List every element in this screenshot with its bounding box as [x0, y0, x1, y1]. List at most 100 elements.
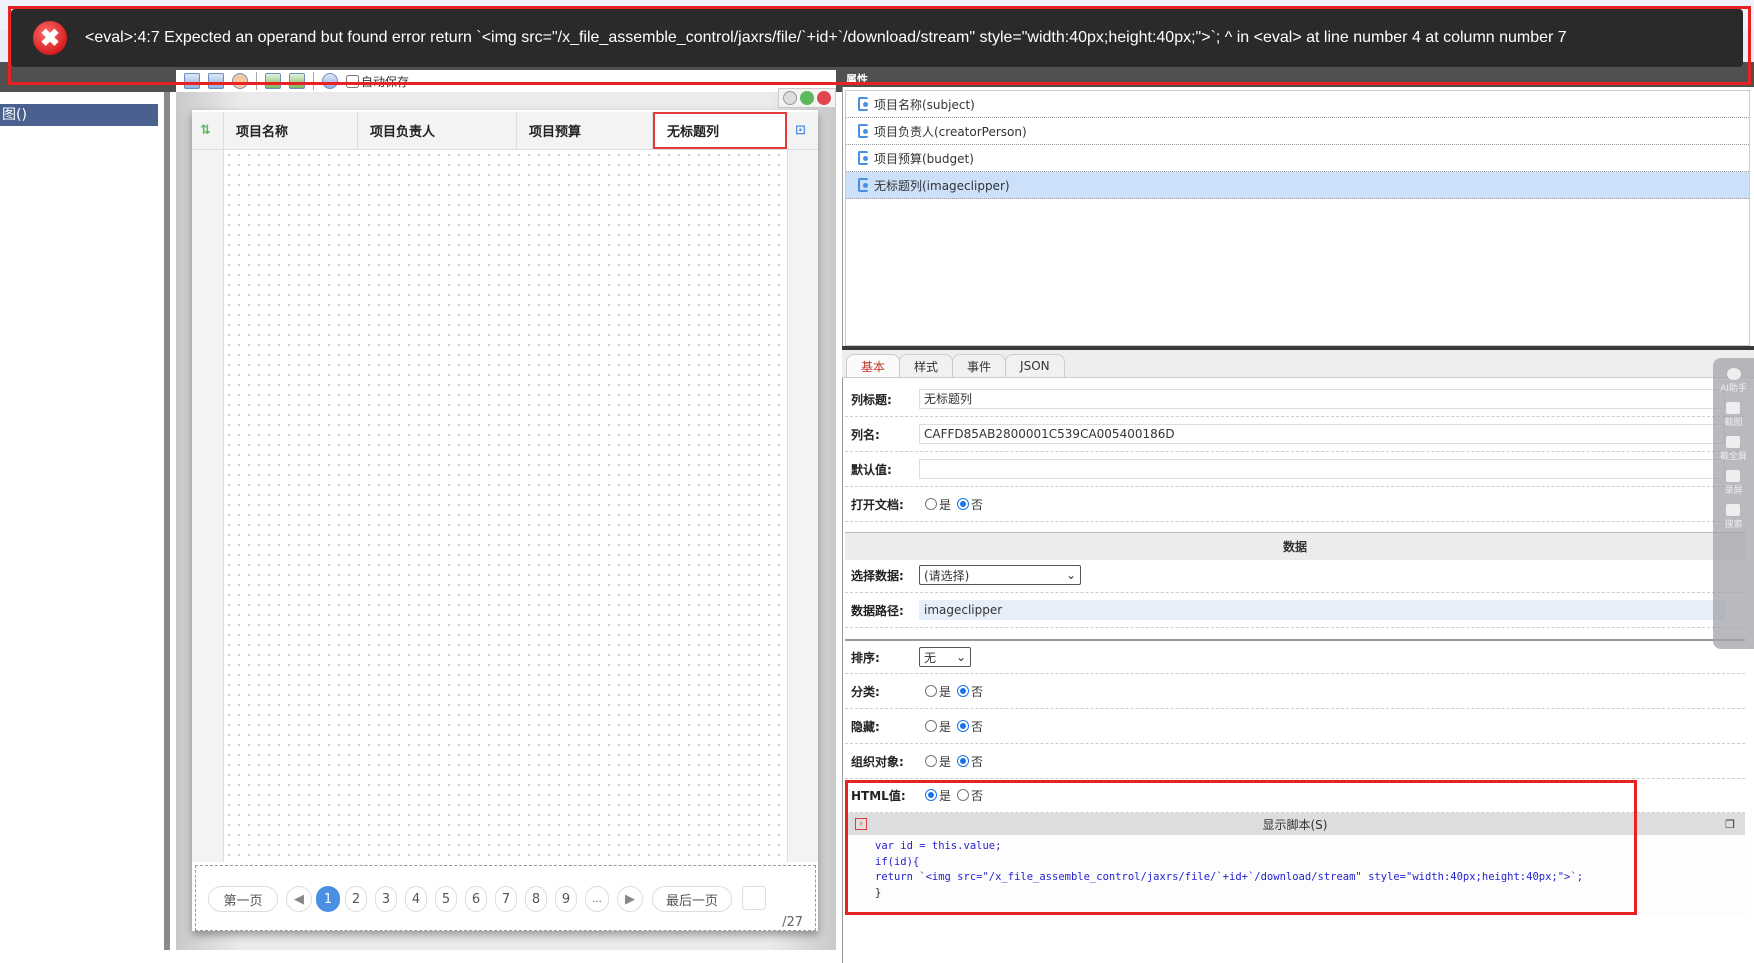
sort-dropdown[interactable]: 无 ⌄: [919, 647, 971, 667]
preview-icon[interactable]: [232, 73, 248, 89]
page-button[interactable]: 7: [495, 886, 517, 912]
page-button[interactable]: 8: [525, 886, 547, 912]
page-button[interactable]: 6: [465, 886, 487, 912]
move-icon[interactable]: [783, 91, 797, 105]
prev-page-button[interactable]: ◀: [286, 886, 312, 912]
code-line: return `<img src="/x_file_assemble_contr…: [875, 871, 1584, 883]
field-label: 项目名称(subject): [874, 97, 975, 112]
field-item-selected[interactable]: 无标题列(imageclipper): [846, 172, 1749, 199]
table-header: ⇅ 项目名称 项目负责人 项目预算 无标题列 ⊡: [192, 112, 818, 150]
search-button[interactable]: 搜索: [1724, 504, 1743, 530]
group-no[interactable]: 否: [957, 683, 983, 700]
record-button[interactable]: 录屏: [1724, 470, 1743, 496]
save-close-icon[interactable]: [208, 73, 224, 89]
properties-title: 属性: [842, 67, 1754, 87]
select-data-dropdown[interactable]: (请选择) ⌄: [919, 565, 1081, 585]
data-path-label: 数据路径:: [851, 603, 904, 618]
fullscreen-capture-button[interactable]: 截全屏: [1720, 436, 1747, 462]
tree-item-selected[interactable]: 图(): [0, 104, 158, 126]
default-value-row: 默认值:: [845, 452, 1745, 487]
column-name-label: 列名:: [851, 427, 880, 442]
expand-icon[interactable]: ›: [855, 818, 867, 830]
html-value-label: HTML值:: [851, 788, 906, 803]
add-column-icon[interactable]: ⊡: [787, 112, 818, 149]
page-button[interactable]: 4: [405, 886, 427, 912]
ai-assistant-button[interactable]: AI助手: [1720, 368, 1747, 394]
default-value-input[interactable]: [919, 459, 1725, 479]
tab-json[interactable]: JSON: [1005, 354, 1065, 377]
video-icon: [1726, 470, 1741, 482]
divider: [313, 72, 314, 90]
code-line: var id = this.value;: [875, 840, 1002, 852]
column-header[interactable]: 项目负责人: [358, 112, 517, 149]
page-button[interactable]: 2: [345, 886, 367, 912]
page-jump-input[interactable]: [742, 886, 766, 910]
field-item[interactable]: 项目负责人(creatorPerson): [846, 118, 1749, 145]
chevron-down-icon: ⌄: [955, 650, 966, 664]
next-page-button[interactable]: ▶: [617, 886, 643, 912]
column-header-selected[interactable]: 无标题列: [653, 112, 787, 149]
select-data-label: 选择数据:: [851, 568, 904, 583]
delete-icon[interactable]: [817, 91, 831, 105]
field-icon: [858, 97, 868, 111]
screenshot-button[interactable]: 截图: [1724, 402, 1743, 428]
ai-icon: [1726, 368, 1741, 380]
field-item[interactable]: 项目预算(budget): [846, 145, 1749, 172]
column-title-input[interactable]: 无标题列: [919, 389, 1725, 409]
code-line: }: [875, 886, 882, 899]
open-doc-yes[interactable]: 是: [925, 496, 951, 513]
column-name-row: 列名: CAFFD85AB2800001C539CA005400186D: [845, 417, 1745, 452]
org-yes[interactable]: 是: [925, 753, 951, 770]
page-button[interactable]: 9: [555, 886, 577, 912]
data-section-header: 数据: [845, 532, 1745, 560]
add-icon[interactable]: [800, 91, 814, 105]
field-icon: [858, 151, 868, 165]
divider: [256, 72, 257, 90]
group-yes[interactable]: 是: [925, 683, 951, 700]
monitor-icon: [1726, 436, 1741, 448]
save-icon[interactable]: [184, 73, 200, 89]
org-row: 组织对象: 是 否: [845, 744, 1745, 779]
html-yes[interactable]: 是: [925, 787, 951, 804]
field-list: 项目名称(subject) 项目负责人(creatorPerson) 项目预算(…: [845, 90, 1750, 346]
error-message: <eval>:4:7 Expected an operand but found…: [85, 29, 1567, 46]
column-header[interactable]: 项目名称: [224, 112, 358, 149]
field-item[interactable]: 项目名称(subject): [846, 91, 1749, 118]
camera-icon: [1726, 402, 1741, 414]
first-page-button[interactable]: 第一页: [208, 886, 278, 912]
org-no[interactable]: 否: [957, 753, 983, 770]
tab-events[interactable]: 事件: [952, 354, 1007, 377]
property-tabs: 基本 样式 事件 JSON: [842, 350, 1754, 378]
last-page-button[interactable]: 最后一页: [652, 886, 732, 912]
undo-icon[interactable]: [265, 73, 281, 89]
tab-basic[interactable]: 基本: [846, 354, 901, 377]
autosave-checkbox[interactable]: 自动保存: [346, 73, 409, 90]
hidden-yes[interactable]: 是: [925, 718, 951, 735]
page-button[interactable]: 3: [375, 886, 397, 912]
autosave-label: 自动保存: [361, 74, 410, 89]
select-data-row: 选择数据: (请选择) ⌄: [845, 558, 1745, 593]
left-panel: [0, 92, 170, 950]
page-button[interactable]: 1: [316, 886, 340, 912]
help-icon[interactable]: [322, 73, 338, 89]
column-title-label: 列标题:: [851, 392, 892, 407]
open-doc-no[interactable]: 否: [957, 496, 983, 513]
tab-style[interactable]: 样式: [899, 354, 954, 377]
error-icon: ✖: [33, 21, 67, 55]
html-no[interactable]: 否: [957, 787, 983, 804]
data-path-input[interactable]: imageclipper: [919, 600, 1725, 620]
open-doc-label: 打开文档:: [851, 497, 904, 512]
column-header[interactable]: 项目预算: [517, 112, 653, 149]
search-icon: [1726, 504, 1741, 516]
refresh-icon[interactable]: ⇅: [192, 112, 224, 149]
maximize-icon[interactable]: ❐: [1725, 818, 1735, 831]
hidden-no[interactable]: 否: [957, 718, 983, 735]
redo-icon[interactable]: [289, 73, 305, 89]
column-name-input[interactable]: CAFFD85AB2800001C539CA005400186D: [919, 424, 1725, 444]
page-button[interactable]: 5: [435, 886, 457, 912]
script-editor[interactable]: var id = this.value; if(id){return `<img …: [845, 835, 1745, 915]
open-doc-row: 打开文档: 是 否: [845, 487, 1745, 522]
row-gutter: [192, 150, 224, 862]
total-pages: /27: [782, 915, 803, 930]
more-pages-button[interactable]: ...: [585, 886, 609, 912]
